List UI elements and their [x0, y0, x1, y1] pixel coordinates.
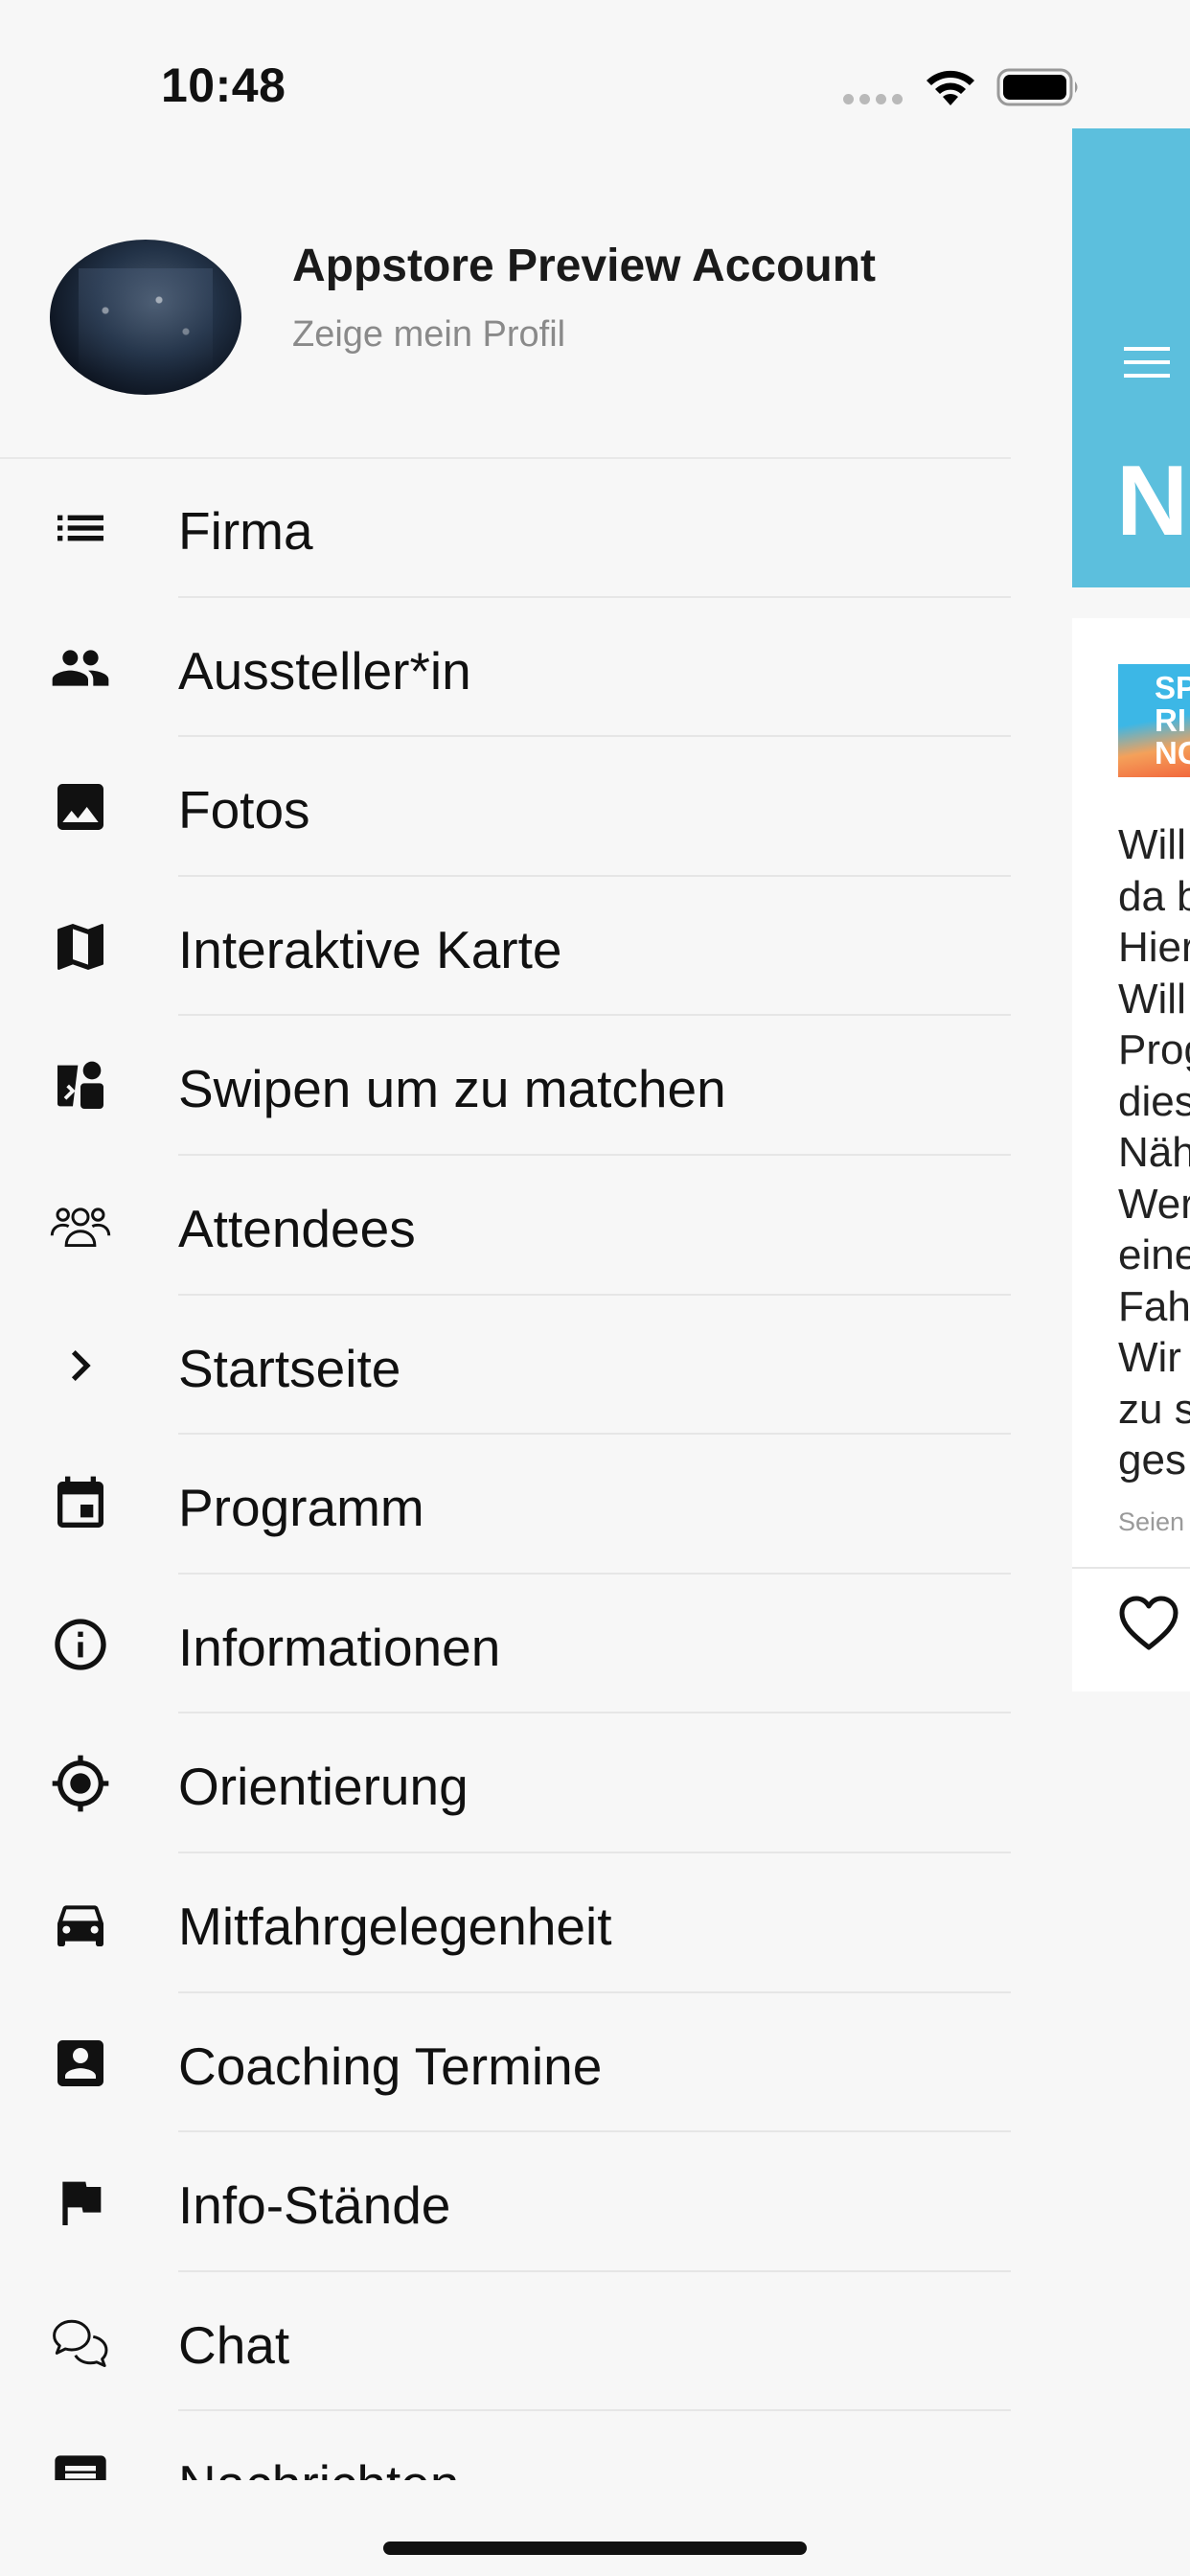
menu-item-label: Programm [178, 1478, 424, 1538]
attendees-icon [50, 1195, 111, 1256]
menu-item-informationen[interactable]: Informationen [0, 1575, 1011, 1714]
menu-item-label: Swipen um zu matchen [178, 1059, 726, 1119]
drawer-menu: Firma Aussteller*in Fotos Interaktive Ka… [0, 458, 1011, 2480]
location-target-icon [50, 1753, 111, 1814]
navigation-drawer: Appstore Preview Account Zeige mein Prof… [0, 0, 1011, 2576]
avatar [50, 240, 241, 395]
home-indicator[interactable] [383, 2542, 807, 2555]
chat-icon [50, 2312, 111, 2373]
car-icon [50, 1893, 111, 1954]
feed-card-text: Will da b Hier Will Prog dies Näh Wer ei… [1118, 821, 1190, 1484]
feed-card-logo: SP RI NC [1118, 664, 1190, 777]
menu-item-label: Mitfahrgelegenheit [178, 1896, 612, 1956]
menu-item-aussteller[interactable]: Aussteller*in [0, 598, 1011, 738]
contact-card-icon [50, 2033, 111, 2094]
menu-item-orientierung[interactable]: Orientierung [0, 1714, 1011, 1853]
menu-item-firma[interactable]: Firma [0, 458, 1011, 598]
info-icon [50, 1614, 111, 1675]
people-icon [50, 637, 111, 699]
menu-item-label: Startseite [178, 1338, 401, 1398]
list-icon [50, 497, 111, 559]
menu-item-interaktive-karte[interactable]: Interaktive Karte [0, 877, 1011, 1017]
menu-item-label: Informationen [178, 1617, 501, 1677]
chevron-right-icon [50, 1335, 111, 1396]
menu-item-label: Nachrichten [178, 2453, 459, 2480]
menu-item-label: Aussteller*in [178, 640, 471, 701]
menu-item-coaching-termine[interactable]: Coaching Termine [0, 1993, 1011, 2133]
feed-page-title: N [1116, 446, 1189, 557]
profile-link[interactable]: Zeige mein Profil [292, 314, 565, 356]
flag-icon [50, 2172, 111, 2233]
menu-item-label: Info-Stände [178, 2175, 451, 2236]
menu-item-attendees[interactable]: Attendees [0, 1156, 1011, 1296]
image-icon [50, 776, 111, 838]
profile-header[interactable]: Appstore Preview Account Zeige mein Prof… [0, 201, 1011, 459]
menu-item-nachrichten[interactable]: Nachrichten [0, 2411, 1011, 2480]
hamburger-menu-icon[interactable] [1124, 345, 1170, 380]
menu-item-label: Firma [178, 501, 313, 561]
feed-card[interactable]: SP RI NC Will da b Hier Will Prog dies N… [1072, 618, 1190, 1691]
divider [1072, 1567, 1190, 1569]
message-icon [50, 2450, 111, 2480]
menu-item-label: Orientierung [178, 1757, 469, 1817]
menu-item-label: Chat [178, 2314, 290, 2375]
swipe-match-icon [50, 1055, 111, 1116]
menu-item-swipen[interactable]: Swipen um zu matchen [0, 1016, 1011, 1156]
menu-item-mitfahrgelegenheit[interactable]: Mitfahrgelegenheit [0, 1853, 1011, 1993]
profile-name: Appstore Preview Account [292, 241, 877, 291]
heart-icon[interactable] [1118, 1596, 1179, 1651]
feed-card-meta: Seien [1118, 1507, 1185, 1536]
menu-item-label: Coaching Termine [178, 2036, 603, 2096]
menu-item-label: Fotos [178, 780, 310, 840]
menu-item-info-staende[interactable]: Info-Stände [0, 2132, 1011, 2272]
map-icon [50, 916, 111, 978]
menu-item-programm[interactable]: Programm [0, 1435, 1011, 1575]
menu-item-fotos[interactable]: Fotos [0, 737, 1011, 877]
menu-item-label: Interaktive Karte [178, 919, 562, 979]
calendar-icon [50, 1474, 111, 1535]
menu-item-chat[interactable]: Chat [0, 2272, 1011, 2412]
menu-item-label: Attendees [178, 1198, 416, 1258]
feed-header: N [1072, 128, 1190, 587]
menu-item-startseite[interactable]: Startseite [0, 1296, 1011, 1436]
